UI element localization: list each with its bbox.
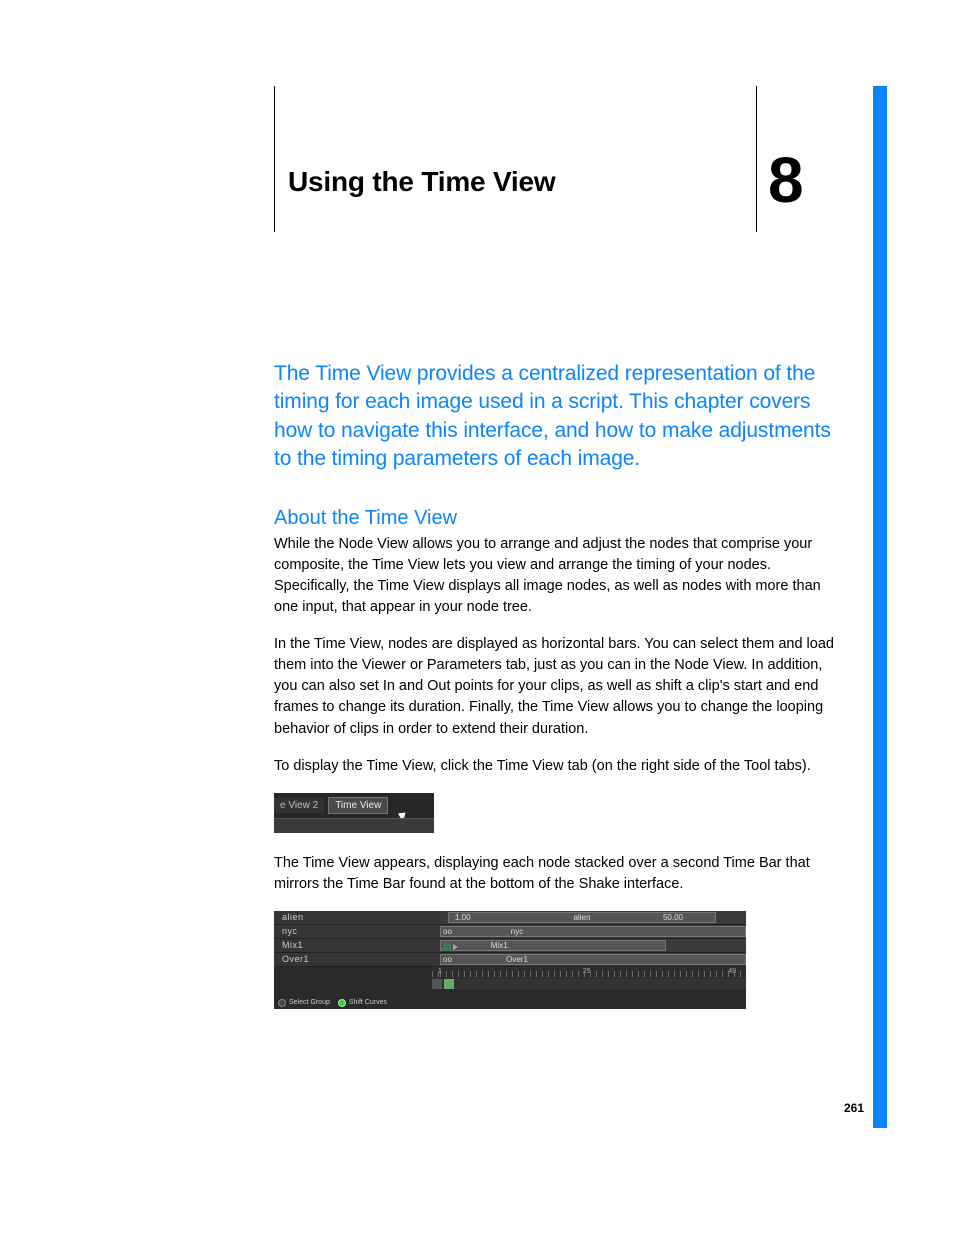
- row-label: alien: [274, 911, 440, 924]
- tab-time-view: Time View: [328, 797, 388, 814]
- timeview-footer: Select Group Shift Curves: [278, 999, 387, 1007]
- play-icon: [453, 944, 458, 950]
- chapter-title: Using the Time View: [288, 166, 555, 198]
- tab-inactive: e View 2: [274, 798, 324, 813]
- time-scrollbar: [432, 979, 746, 989]
- radio-icon: [278, 999, 286, 1007]
- timeview-row: nyc oo nyc: [274, 925, 746, 939]
- clip-name: Over1: [506, 955, 528, 964]
- clip-name: Mix1: [491, 941, 508, 950]
- scroll-handle-icon: [444, 979, 454, 989]
- body-paragraph: In the Time View, nodes are displayed as…: [274, 634, 834, 739]
- option-label: Select Group: [289, 999, 330, 1006]
- tab-underbar: [274, 818, 434, 833]
- chapter-intro: The Time View provides a centralized rep…: [274, 360, 834, 473]
- option-label: Shift Curves: [349, 999, 387, 1006]
- time-ruler: 1 25 49: [432, 967, 746, 979]
- section-heading: About the Time View: [274, 507, 834, 530]
- timeview-row: Mix1 Mix1: [274, 939, 746, 953]
- screenshot-tabs: e View 2 Time View: [274, 793, 434, 833]
- body-paragraph: While the Node View allows you to arrang…: [274, 534, 834, 618]
- timeview-row: alien 1.00 alien 50.00: [274, 911, 746, 925]
- scroll-handle-icon: [432, 979, 442, 989]
- page-number: 261: [844, 1101, 864, 1115]
- body-paragraph: The Time View appears, displaying each n…: [274, 853, 834, 895]
- page-accent-strip: [873, 86, 887, 1128]
- clip-out-frame: 50.00: [663, 913, 683, 922]
- ruler-tick: 49: [728, 968, 736, 975]
- chapter-number: 8: [768, 148, 804, 212]
- radio-icon: [338, 999, 346, 1007]
- infinity-icon: oo: [443, 955, 452, 964]
- ruler-tick: 25: [583, 968, 591, 975]
- option-shift-curves: Shift Curves: [338, 999, 387, 1007]
- node-status-icon: [443, 943, 451, 951]
- row-label: Over1: [274, 953, 440, 966]
- infinity-icon: oo: [443, 927, 452, 936]
- option-select-group: Select Group: [278, 999, 330, 1007]
- header-rule-left: [274, 86, 275, 232]
- header-rule-right: [756, 86, 757, 232]
- ruler-tick: 1: [438, 968, 442, 975]
- timeview-row: Over1 oo Over1: [274, 953, 746, 967]
- clip-name: nyc: [511, 927, 523, 936]
- row-label: Mix1: [274, 939, 440, 952]
- clip-in-frame: 1.00: [455, 913, 471, 922]
- screenshot-timeview: alien 1.00 alien 50.00 nyc oo nyc: [274, 911, 746, 1009]
- row-label: nyc: [274, 925, 440, 938]
- body-paragraph: To display the Time View, click the Time…: [274, 756, 834, 777]
- clip-name: alien: [574, 913, 591, 922]
